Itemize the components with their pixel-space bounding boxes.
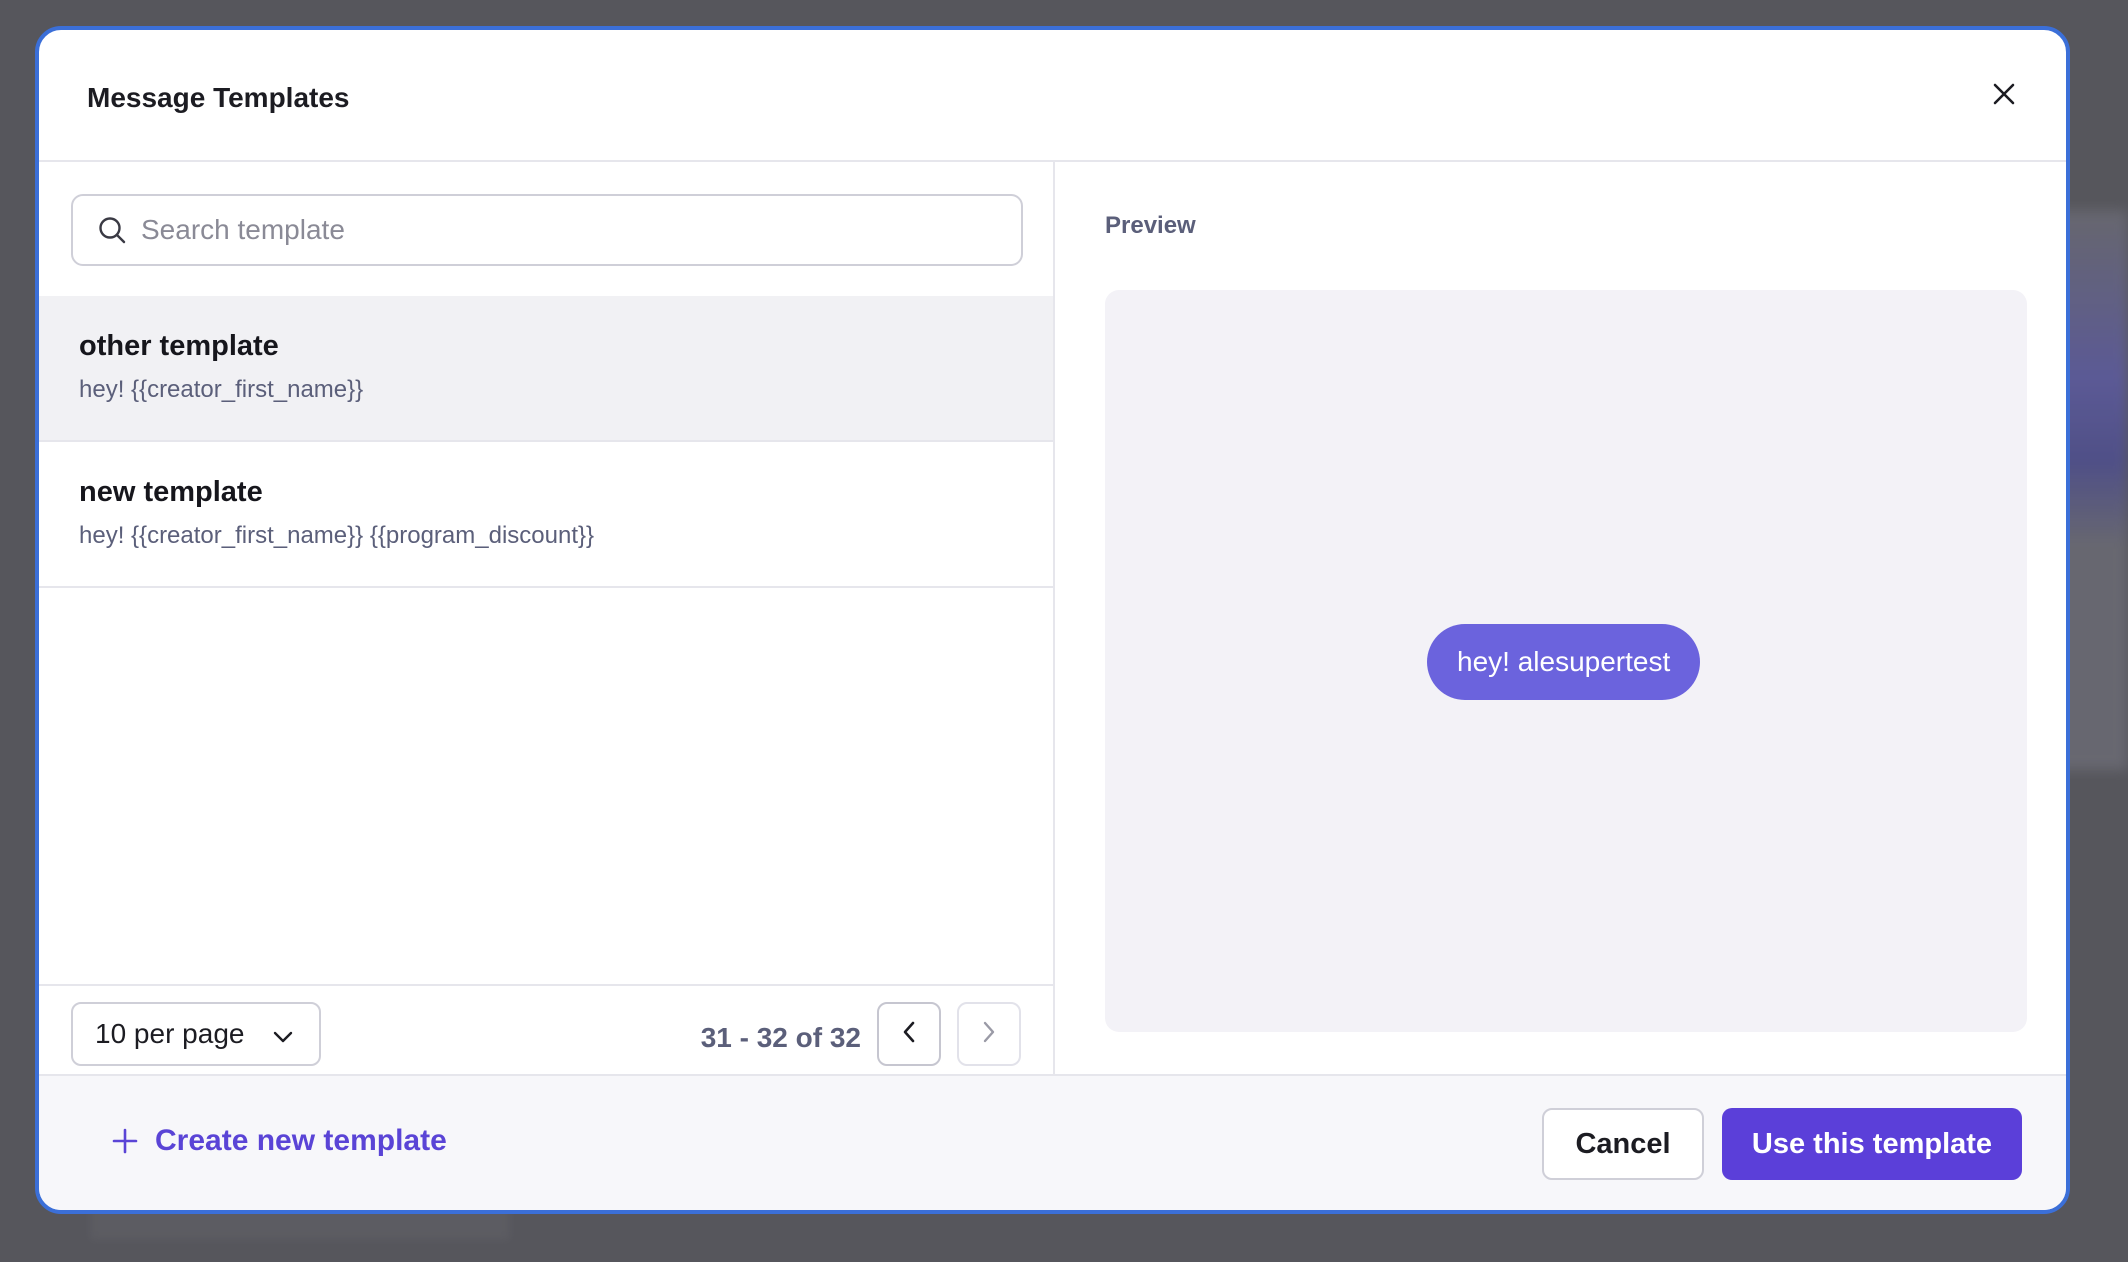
template-item-new-template[interactable]: new template hey! {{creator_first_name}}… [39,442,1053,588]
modal-header: Message Templates [39,30,2066,162]
template-body: hey! {{creator_first_name}} [79,376,364,403]
per-page-select[interactable]: 10 per page [71,1002,321,1066]
preview-area: hey! alesupertest [1105,290,2027,1032]
per-page-label: 10 per page [95,1018,245,1049]
create-new-template-label: Create new template [155,1124,447,1157]
search-box[interactable] [71,194,1023,266]
close-button[interactable] [1980,72,2028,120]
template-name: new template [79,476,263,508]
template-body: hey! {{creator_first_name}} {{program_di… [79,522,595,549]
next-page-button[interactable] [957,1002,1021,1066]
message-bubble: hey! alesupertest [1427,624,1701,700]
create-new-template-button[interactable]: Create new template [111,1124,447,1158]
template-list-pane: other template hey! {{creator_first_name… [39,162,1055,1082]
template-list: other template hey! {{creator_first_name… [39,296,1053,588]
chevron-right-icon [982,1021,996,1048]
preview-label: Preview [1105,212,1196,239]
chevron-left-icon [902,1021,916,1048]
cancel-button[interactable]: Cancel [1542,1108,1704,1180]
message-templates-modal: Message Templates other template hey! {{ [35,26,2070,1214]
prev-page-button[interactable] [877,1002,941,1066]
search-input[interactable] [139,213,1003,247]
search-icon [97,215,127,245]
chevron-down-icon [273,1018,293,1050]
template-name: other template [79,330,279,362]
plus-icon [111,1127,139,1155]
close-icon [1992,82,2016,111]
pagination-bar: 10 per page 31 - 32 of 32 [39,984,1053,1082]
use-this-template-button[interactable]: Use this template [1722,1108,2022,1180]
modal-footer: Create new template Cancel Use this temp… [39,1074,2066,1210]
template-item-other-template[interactable]: other template hey! {{creator_first_name… [39,296,1053,442]
preview-pane: Preview hey! alesupertest [1055,162,2066,1082]
modal-title: Message Templates [87,82,350,113]
page-range: 31 - 32 of 32 [700,1022,861,1053]
